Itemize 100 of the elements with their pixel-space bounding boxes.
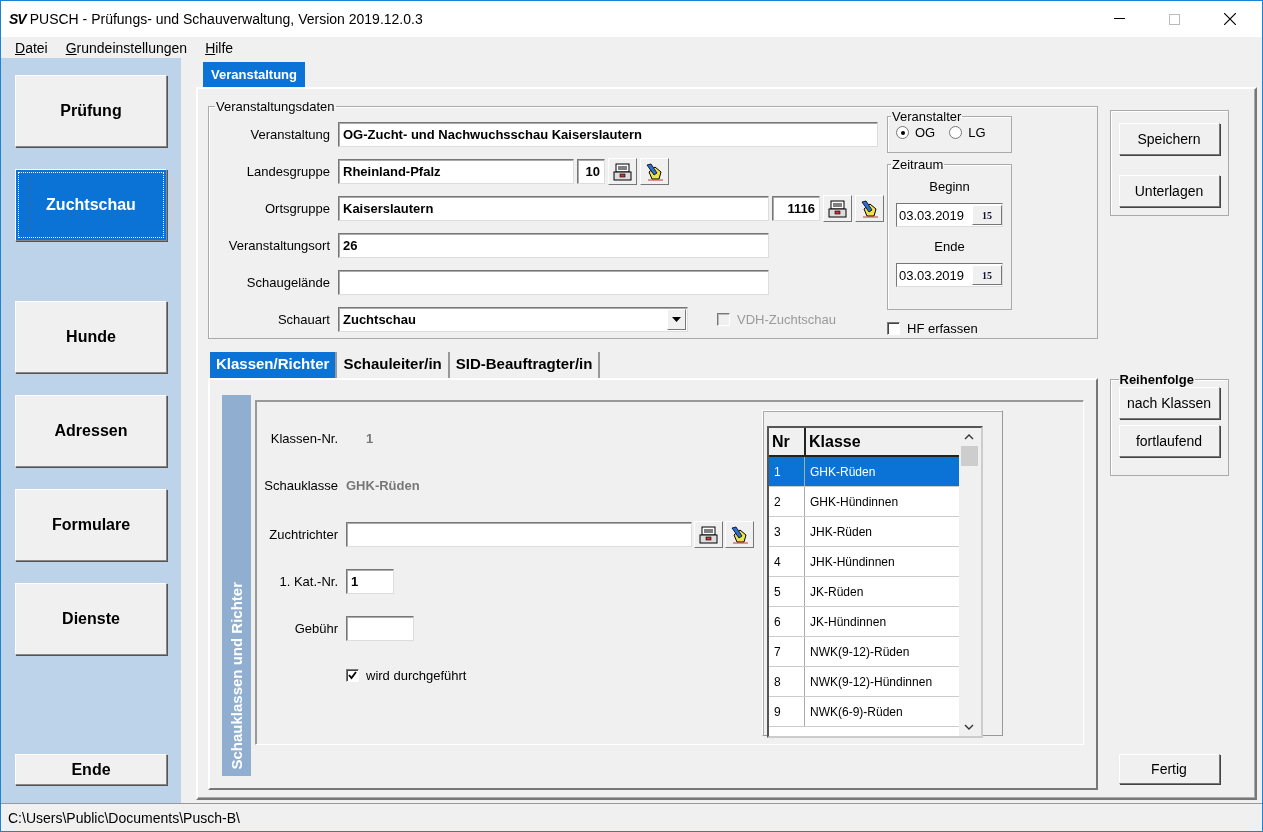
field-label: Schaugelände [245,275,330,290]
edit-button[interactable] [725,521,754,548]
minimize-icon[interactable] [1114,18,1125,20]
action-button[interactable]: Unterlagen [1118,175,1220,207]
column-header[interactable]: Nr [769,428,806,455]
table-row[interactable]: 3 JHK-Rüden [769,517,959,547]
radio-button[interactable] [896,126,909,139]
action-button[interactable]: Speichern [1118,123,1220,155]
checkbox-label: wird durchgeführt [366,668,467,683]
table-cell: 7 [769,637,805,666]
field-label: Veranstaltungsort [227,238,330,253]
code-field[interactable]: 10 [577,159,605,184]
table-cell-text: JK-Rüden [809,583,865,601]
table-row[interactable]: 4 JHK-Hündinnen [769,547,959,577]
table-row[interactable]: 1 GHK-Rüden [769,457,959,487]
done-button[interactable]: Fertig [1118,754,1220,784]
app-logo: SV [9,11,26,27]
window-title: PUSCH - Prüfungs- und Schauverwaltung, Version 2019.12.0.3 [29,11,423,27]
tab[interactable]: Klassen/Richter [210,352,338,378]
radio-button[interactable] [949,126,963,139]
close-icon[interactable] [1224,13,1236,25]
table-row[interactable]: 8 NWK(9-12)-Hündinnen [769,667,959,697]
tab[interactable]: Schauleiter/in [337,352,450,378]
date-field[interactable]: 03.03.2019 15 [896,263,1003,287]
table-cell-text: NWK(9-12)-Hündinnen [809,673,934,691]
scroll-up-icon[interactable] [964,434,974,440]
table-cell-text: GHK-Rüden [809,463,877,481]
sidebar-button[interactable]: Formulare [15,489,167,561]
table-row[interactable]: 7 NWK(9-12)-Rüden [769,637,959,667]
calendar-button[interactable]: 15 [972,265,1002,285]
sidebar-button[interactable]: Adressen [15,395,167,467]
field-label: Gebühr [293,621,338,636]
scroll-thumb[interactable] [960,446,978,466]
dropdown[interactable]: Zuchtschau [338,307,688,332]
menu-item[interactable]: Hilfe [205,39,234,56]
field-label: Landesgruppe [245,164,330,179]
lookup-button[interactable] [608,158,637,185]
table-row[interactable]: 2 GHK-Hündinnen [769,487,959,517]
text-field[interactable]: OG-Zucht- und Nachwuchsschau Kaiserslautern [338,122,878,147]
text-field[interactable]: Rheinland-Pfalz [338,159,574,184]
hand-pen-icon [644,162,665,181]
text-field[interactable]: Kaiserslautern [338,196,769,221]
field-label: Zuchtrichter [268,527,338,542]
tab[interactable]: Veranstaltung [203,62,305,87]
edit-button[interactable] [640,158,669,185]
order-button[interactable]: nach Klassen [1118,387,1220,419]
class-number: 1 [365,431,374,446]
table-cell: 3 [769,517,805,546]
radio-label: LG [968,125,986,140]
catalog-number-field[interactable]: 1 [346,569,394,594]
table-cell-text: NWK(6-9)-Rüden [809,703,904,721]
fee-field[interactable] [346,616,414,641]
edit-button[interactable] [855,195,884,222]
card-box-icon [827,199,848,218]
exit-button[interactable]: Ende [15,754,167,785]
checkbox[interactable] [346,669,359,682]
group-legend: Reihenfolge [1118,372,1195,387]
field-label: Ortsgruppe [263,201,330,216]
field-label: Klassen-Nr. [269,431,338,446]
card-box-icon [612,162,633,181]
code-field[interactable]: 1116 [772,196,820,221]
table-cell-text: GHK-Hündinnen [809,493,900,511]
status-text: C:\Users\Public\Documents\Pusch-B\ [8,809,240,826]
group-legend: Veranstalter [891,110,963,123]
date-label: Ende [934,239,965,254]
checkbox[interactable] [887,322,900,335]
sidebar-button[interactable]: Dienste [15,583,167,655]
menu-item[interactable]: Grundeinstellungen [65,39,188,56]
table-cell-text: JK-Hündinnen [809,613,888,631]
date-value: 03.03.2019 [899,207,965,223]
sidebar-button[interactable]: Prüfung [15,75,167,147]
table-row[interactable]: 6 JK-Hündinnen [769,607,959,637]
field-label: Schauklasse [263,478,338,493]
sidebar-button[interactable]: Hunde [15,301,167,373]
date-value: 03.03.2019 [899,267,965,283]
date-field[interactable]: 03.03.2019 15 [896,203,1003,227]
table-cell: 4 [769,547,805,576]
calendar-button[interactable]: 15 [972,205,1002,225]
table-cell: 2 [769,487,805,516]
tab[interactable]: SID-Beauftragter/in [449,352,601,378]
order-button[interactable]: fortlaufend [1118,425,1220,457]
side-title: Schauklassen und Richter [228,582,245,770]
text-field[interactable] [338,270,769,295]
table-row[interactable]: 9 NWK(6-9)-Rüden [769,697,959,727]
radio-label: OG [915,125,936,140]
lookup-button[interactable] [823,195,852,222]
judge-field[interactable] [346,522,692,547]
date-label: Beginn [929,179,970,194]
text-field[interactable]: 26 [338,233,769,258]
field-label: 1. Kat.-Nr. [278,574,338,589]
menu-item[interactable]: Datei [15,39,48,56]
table-row[interactable]: 5 JK-Rüden [769,577,959,607]
table-cell: 8 [769,667,805,696]
group-legend: Veranstaltungsdaten [215,99,336,114]
card-box-icon [698,525,719,544]
sidebar-button[interactable]: Zuchtschau [15,169,167,241]
checkbox-label: VDH-Zuchtschau [737,312,836,327]
lookup-button[interactable] [694,521,723,548]
column-header[interactable]: Klasse [806,428,959,455]
scroll-down-icon[interactable] [964,724,974,730]
